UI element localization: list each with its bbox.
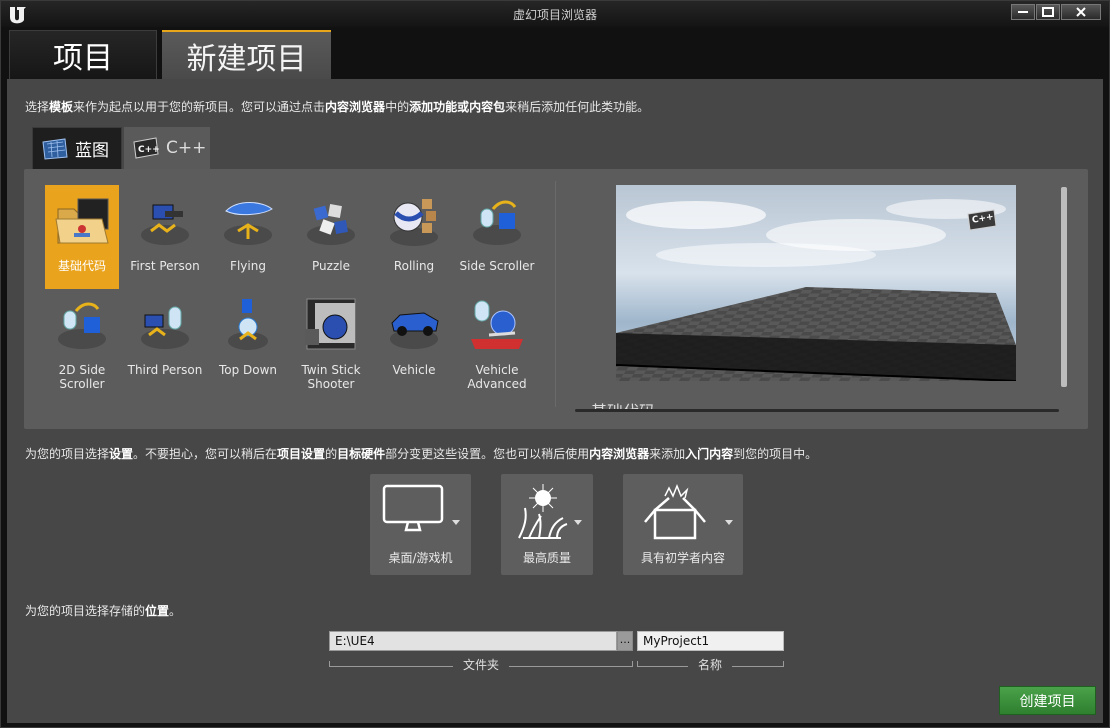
template-label: Flying: [230, 259, 266, 273]
name-caption: 名称: [687, 656, 733, 673]
settings-instructions: 为您的项目选择设置。不要担心，您可以稍后在项目设置的目标硬件部分变更这些设置。您…: [25, 447, 818, 461]
maximize-button[interactable]: [1036, 4, 1060, 20]
max-quality-icon: [518, 484, 568, 539]
template-label: Puzzle: [312, 259, 350, 273]
template-basic-code[interactable]: 基础代码: [45, 185, 119, 289]
template-grid: 基础代码 First Person Flying Puzzle Rolling …: [44, 183, 564, 413]
maximize-icon: [1042, 7, 1054, 17]
template-label: 基础代码: [57, 259, 106, 273]
minimize-icon: [1018, 11, 1028, 13]
divider: [555, 181, 556, 407]
template-label: 2D Side Scroller: [58, 363, 106, 391]
template-rolling[interactable]: Rolling: [377, 185, 451, 289]
tab-cpp[interactable]: C++ C++: [124, 127, 210, 169]
window-title: 虚幻项目浏览器: [512, 8, 597, 22]
template-label: Rolling: [393, 259, 435, 273]
template-vehicle-advanced[interactable]: Vehicle Advanced: [460, 289, 534, 393]
project-name-input[interactable]: [637, 631, 784, 651]
target-hardware-label: 桌面/游戏机: [388, 551, 453, 565]
first-person-icon: [141, 204, 189, 245]
side-scroller-icon: [473, 200, 521, 245]
location-instructions: 为您的项目选择存储的位置。: [25, 604, 182, 618]
puzzle-icon: [307, 204, 355, 245]
graphics-quality-label: 最高质量: [522, 551, 571, 565]
chevron-down-icon: [574, 520, 582, 525]
template-side-scroller[interactable]: Side Scroller: [460, 185, 534, 289]
template-label: Top Down: [218, 363, 278, 377]
folder-caption: 文件夹: [452, 656, 510, 673]
tab-blueprint-label: 蓝图: [75, 141, 109, 161]
project-folder-input[interactable]: [329, 631, 617, 651]
vehicle-icon: [390, 312, 439, 349]
template-panel: 基础代码 First Person Flying Puzzle Rolling …: [24, 169, 1088, 429]
third-person-icon: [141, 306, 189, 349]
tab-cpp-label: C++: [166, 138, 207, 158]
starter-content-dropdown[interactable]: 具有初学者内容: [623, 474, 743, 575]
chevron-down-icon: [725, 520, 733, 525]
flying-icon: [224, 202, 273, 245]
preview-divider: [575, 409, 1059, 412]
vehicle-advanced-icon: [471, 300, 523, 349]
tab-projects[interactable]: 项目: [9, 30, 157, 79]
tab-blueprint[interactable]: 蓝图: [32, 127, 122, 169]
blueprint-icon: [42, 137, 68, 160]
tab-new-project[interactable]: 新建项目: [162, 30, 331, 79]
template-label: Twin Stick Shooter: [301, 363, 361, 391]
template-puzzle[interactable]: Puzzle: [294, 185, 368, 289]
rolling-icon: [390, 199, 438, 246]
2d-side-scroller-icon: [58, 302, 106, 349]
template-label: First Person: [130, 259, 200, 273]
close-button[interactable]: [1061, 4, 1101, 20]
template-twin-stick-shooter[interactable]: Twin Stick Shooter: [294, 289, 368, 393]
template-preview-image: [616, 185, 1016, 381]
chevron-down-icon: [452, 520, 460, 525]
template-label: Third Person: [127, 363, 203, 377]
template-first-person[interactable]: First Person: [128, 185, 202, 289]
browse-folder-button[interactable]: ...: [617, 631, 633, 651]
project-browser-window: 虚幻项目浏览器 项目 新建项目 选择模板来作为起点以用于您的新项目。您可以通过点…: [0, 0, 1110, 728]
twin-stick-shooter-icon: [305, 298, 356, 350]
top-down-icon: [228, 299, 268, 350]
template-2d-side-scroller[interactable]: 2D Side Scroller: [45, 289, 119, 393]
folder-icon: [55, 198, 109, 244]
preview-scrollbar-thumb[interactable]: [1061, 187, 1067, 387]
starter-content-icon: [644, 484, 706, 540]
template-flying[interactable]: Flying: [211, 185, 285, 289]
close-icon: [1076, 7, 1086, 17]
target-hardware-dropdown[interactable]: 桌面/游戏机: [370, 474, 471, 575]
template-vehicle[interactable]: Vehicle: [377, 289, 451, 393]
template-instructions: 选择模板来作为起点以用于您的新项目。您可以通过点击内容浏览器中的添加功能或内容包…: [25, 100, 650, 114]
graphics-quality-dropdown[interactable]: 最高质量: [501, 474, 593, 575]
svg-text:C++: C++: [138, 145, 160, 155]
template-top-down[interactable]: Top Down: [211, 289, 285, 393]
template-third-person[interactable]: Third Person: [128, 289, 202, 393]
minimize-button[interactable]: [1011, 4, 1035, 20]
starter-content-label: 具有初学者内容: [640, 551, 725, 565]
cpp-icon: C++: [133, 137, 160, 159]
template-label: Side Scroller: [459, 259, 535, 273]
monitor-icon: [382, 484, 444, 532]
create-project-button[interactable]: 创建项目: [999, 686, 1096, 715]
title-bar[interactable]: 虚幻项目浏览器: [1, 1, 1109, 27]
new-project-panel: 选择模板来作为起点以用于您的新项目。您可以通过点击内容浏览器中的添加功能或内容包…: [7, 79, 1103, 723]
template-label: Vehicle Advanced: [467, 363, 527, 391]
template-label: Vehicle: [392, 363, 436, 377]
